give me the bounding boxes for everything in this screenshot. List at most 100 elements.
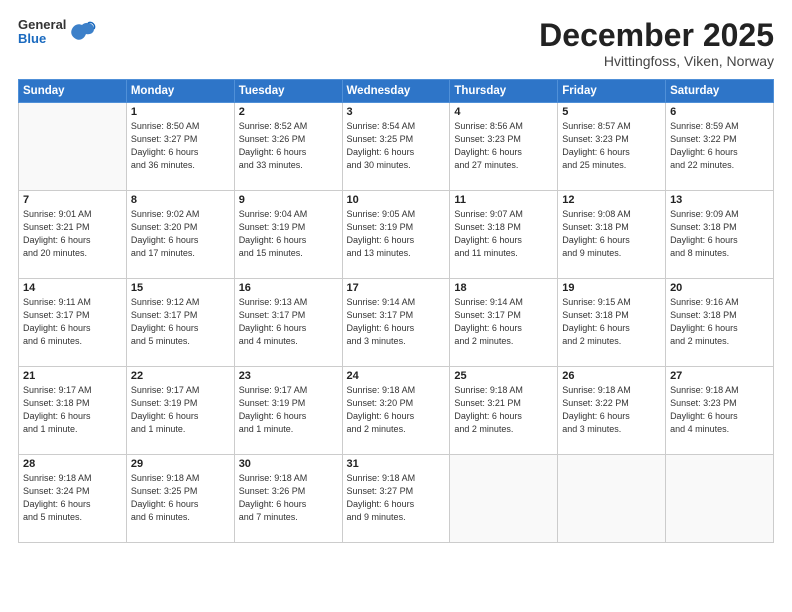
day-number: 8 <box>131 194 230 206</box>
calendar-cell: 31Sunrise: 9:18 AM Sunset: 3:27 PM Dayli… <box>342 455 450 543</box>
day-number: 29 <box>131 458 230 470</box>
calendar-cell: 30 Sunrise: 9:18 AM Sunset: 3:26 PM Dayli… <box>234 455 342 543</box>
logo: General Blue <box>18 18 96 47</box>
calendar-cell <box>450 455 558 543</box>
day-number: 24 <box>347 370 446 382</box>
day-number: 11 <box>454 194 553 206</box>
day-info: Sunrise: 9:14 AM Sunset: 3:17 PM Dayligh… <box>454 296 553 348</box>
day-number: 5 <box>562 106 661 118</box>
calendar-day-header: Tuesday <box>234 80 342 103</box>
day-number: 18 <box>454 282 553 294</box>
day-info: Sunrise: 9:01 AM Sunset: 3:21 PM Dayligh… <box>23 208 122 260</box>
calendar-week-row: 1Sunrise: 8:50 AM Sunset: 3:27 PM Daylig… <box>19 103 774 191</box>
page: General Blue December 2025 Hvittingfoss,… <box>0 0 792 612</box>
calendar-cell: 23Sunrise: 9:17 AM Sunset: 3:19 PM Dayli… <box>234 367 342 455</box>
day-info: Sunrise: 8:52 AM Sunset: 3:26 PM Dayligh… <box>239 120 338 172</box>
day-number: 19 <box>562 282 661 294</box>
calendar-cell: 2 Sunrise: 8:52 AM Sunset: 3:26 PM Daylig… <box>234 103 342 191</box>
calendar-week-row: 14Sunrise: 9:11 AM Sunset: 3:17 PM Dayli… <box>19 279 774 367</box>
calendar-header-row: SundayMondayTuesdayWednesdayThursdayFrid… <box>19 80 774 103</box>
calendar-cell: 1Sunrise: 8:50 AM Sunset: 3:27 PM Daylig… <box>126 103 234 191</box>
day-info: Sunrise: 9:08 AM Sunset: 3:18 PM Dayligh… <box>562 208 661 260</box>
day-number: 31 <box>347 458 446 470</box>
calendar-cell: 3 Sunrise: 8:54 AM Sunset: 3:25 PM Daylig… <box>342 103 450 191</box>
calendar-day-header: Saturday <box>666 80 774 103</box>
calendar-cell: 22 Sunrise: 9:17 AM Sunset: 3:19 PM Dayli… <box>126 367 234 455</box>
day-number: 1 <box>131 106 230 118</box>
calendar-cell: 8 Sunrise: 9:02 AM Sunset: 3:20 PM Daylig… <box>126 191 234 279</box>
calendar-cell <box>666 455 774 543</box>
day-info: Sunrise: 9:18 AM Sunset: 3:26 PM Dayligh… <box>239 472 338 524</box>
logo-text: General Blue <box>18 18 66 47</box>
day-info: Sunrise: 8:56 AM Sunset: 3:23 PM Dayligh… <box>454 120 553 172</box>
day-number: 26 <box>562 370 661 382</box>
day-number: 4 <box>454 106 553 118</box>
title-block: December 2025 Hvittingfoss, Viken, Norwa… <box>539 18 774 69</box>
day-info: Sunrise: 9:04 AM Sunset: 3:19 PM Dayligh… <box>239 208 338 260</box>
calendar-day-header: Sunday <box>19 80 127 103</box>
day-info: Sunrise: 9:05 AM Sunset: 3:19 PM Dayligh… <box>347 208 446 260</box>
day-number: 28 <box>23 458 122 470</box>
day-info: Sunrise: 9:18 AM Sunset: 3:23 PM Dayligh… <box>670 384 769 436</box>
calendar-week-row: 21 Sunrise: 9:17 AM Sunset: 3:18 PM Dayli… <box>19 367 774 455</box>
calendar-day-header: Friday <box>558 80 666 103</box>
calendar-cell: 19 Sunrise: 9:15 AM Sunset: 3:18 PM Dayli… <box>558 279 666 367</box>
day-number: 20 <box>670 282 769 294</box>
day-number: 30 <box>239 458 338 470</box>
calendar-cell: 4 Sunrise: 8:56 AM Sunset: 3:23 PM Daylig… <box>450 103 558 191</box>
calendar-week-row: 7Sunrise: 9:01 AM Sunset: 3:21 PM Daylig… <box>19 191 774 279</box>
day-number: 10 <box>347 194 446 206</box>
day-number: 22 <box>131 370 230 382</box>
day-info: Sunrise: 8:54 AM Sunset: 3:25 PM Dayligh… <box>347 120 446 172</box>
calendar-cell: 17Sunrise: 9:14 AM Sunset: 3:17 PM Dayli… <box>342 279 450 367</box>
day-info: Sunrise: 9:17 AM Sunset: 3:19 PM Dayligh… <box>131 384 230 436</box>
day-number: 9 <box>239 194 338 206</box>
day-info: Sunrise: 9:17 AM Sunset: 3:18 PM Dayligh… <box>23 384 122 436</box>
day-info: Sunrise: 9:18 AM Sunset: 3:22 PM Dayligh… <box>562 384 661 436</box>
calendar-cell: 12 Sunrise: 9:08 AM Sunset: 3:18 PM Dayli… <box>558 191 666 279</box>
calendar-cell: 24 Sunrise: 9:18 AM Sunset: 3:20 PM Dayli… <box>342 367 450 455</box>
calendar-cell: 10 Sunrise: 9:05 AM Sunset: 3:19 PM Dayli… <box>342 191 450 279</box>
day-info: Sunrise: 9:16 AM Sunset: 3:18 PM Dayligh… <box>670 296 769 348</box>
day-number: 25 <box>454 370 553 382</box>
day-info: Sunrise: 9:18 AM Sunset: 3:20 PM Dayligh… <box>347 384 446 436</box>
calendar-day-header: Wednesday <box>342 80 450 103</box>
day-number: 27 <box>670 370 769 382</box>
calendar-day-header: Monday <box>126 80 234 103</box>
calendar-cell: 27 Sunrise: 9:18 AM Sunset: 3:23 PM Dayli… <box>666 367 774 455</box>
day-info: Sunrise: 9:02 AM Sunset: 3:20 PM Dayligh… <box>131 208 230 260</box>
day-number: 3 <box>347 106 446 118</box>
calendar-week-row: 28 Sunrise: 9:18 AM Sunset: 3:24 PM Dayli… <box>19 455 774 543</box>
calendar-cell: 25 Sunrise: 9:18 AM Sunset: 3:21 PM Dayli… <box>450 367 558 455</box>
day-number: 6 <box>670 106 769 118</box>
calendar-cell: 26 Sunrise: 9:18 AM Sunset: 3:22 PM Dayli… <box>558 367 666 455</box>
day-info: Sunrise: 9:18 AM Sunset: 3:25 PM Dayligh… <box>131 472 230 524</box>
logo-blue: Blue <box>18 32 66 46</box>
day-info: Sunrise: 8:57 AM Sunset: 3:23 PM Dayligh… <box>562 120 661 172</box>
calendar-table: SundayMondayTuesdayWednesdayThursdayFrid… <box>18 79 774 543</box>
day-number: 2 <box>239 106 338 118</box>
calendar-cell <box>558 455 666 543</box>
calendar-cell <box>19 103 127 191</box>
day-info: Sunrise: 9:18 AM Sunset: 3:24 PM Dayligh… <box>23 472 122 524</box>
calendar-cell: 9 Sunrise: 9:04 AM Sunset: 3:19 PM Daylig… <box>234 191 342 279</box>
calendar-cell: 20 Sunrise: 9:16 AM Sunset: 3:18 PM Dayli… <box>666 279 774 367</box>
day-number: 13 <box>670 194 769 206</box>
calendar-cell: 15Sunrise: 9:12 AM Sunset: 3:17 PM Dayli… <box>126 279 234 367</box>
day-info: Sunrise: 9:18 AM Sunset: 3:21 PM Dayligh… <box>454 384 553 436</box>
calendar-cell: 11Sunrise: 9:07 AM Sunset: 3:18 PM Dayli… <box>450 191 558 279</box>
day-number: 16 <box>239 282 338 294</box>
day-number: 15 <box>131 282 230 294</box>
calendar-cell: 7Sunrise: 9:01 AM Sunset: 3:21 PM Daylig… <box>19 191 127 279</box>
calendar-cell: 29 Sunrise: 9:18 AM Sunset: 3:25 PM Dayli… <box>126 455 234 543</box>
day-number: 14 <box>23 282 122 294</box>
day-info: Sunrise: 9:15 AM Sunset: 3:18 PM Dayligh… <box>562 296 661 348</box>
month-title: December 2025 <box>539 18 774 53</box>
header: General Blue December 2025 Hvittingfoss,… <box>18 18 774 69</box>
day-info: Sunrise: 9:13 AM Sunset: 3:17 PM Dayligh… <box>239 296 338 348</box>
day-number: 12 <box>562 194 661 206</box>
calendar-cell: 16 Sunrise: 9:13 AM Sunset: 3:17 PM Dayli… <box>234 279 342 367</box>
calendar-cell: 21 Sunrise: 9:17 AM Sunset: 3:18 PM Dayli… <box>19 367 127 455</box>
day-info: Sunrise: 9:17 AM Sunset: 3:19 PM Dayligh… <box>239 384 338 436</box>
day-number: 21 <box>23 370 122 382</box>
